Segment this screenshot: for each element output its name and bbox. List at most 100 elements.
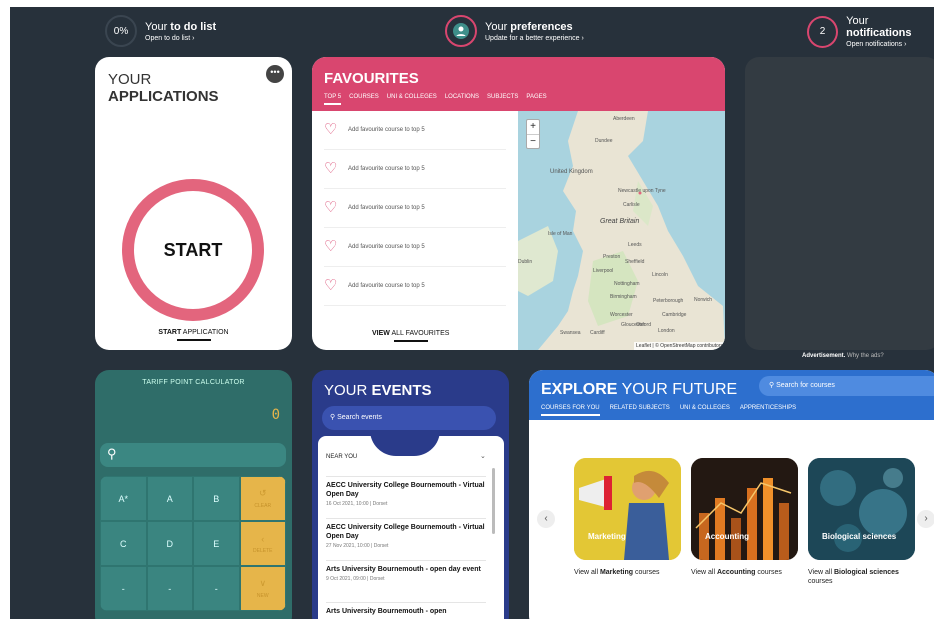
map-label: Dundee [595,138,613,144]
grade-key[interactable]: D [146,521,193,566]
explore-title: EXPLORE YOUR FUTURE [541,381,737,399]
event-item[interactable]: AECC University College Bournemouth - Vi… [326,476,486,507]
grade-key[interactable]: E [193,521,240,566]
caption-biology[interactable]: View all Biological sciences courses [808,568,920,586]
favourite-slot[interactable]: ♡ Add favourite course to top 5 [324,111,506,150]
key-clear[interactable]: ↺ CLEAR [239,476,286,521]
favourite-slot[interactable]: ♡ Add favourite course to top 5 [324,228,506,267]
todo-prefix: Your [145,20,171,33]
map-attribution[interactable]: Leaflet | © OpenStreetMap contributors [634,342,725,350]
map-label: Newcastle upon Tyne [618,188,666,194]
view-all-rest: ALL FAVOURITES [389,330,450,337]
near-you-filter[interactable]: NEAR YOU [326,454,357,460]
prefs-link[interactable]: Update for a better experience › [485,35,584,42]
map-label: Swansea [560,330,581,336]
tab-locations[interactable]: LOCATIONS [445,94,479,105]
todo-widget[interactable]: 0% Your to do list Open to do list › [105,15,216,47]
tab-uni-colleges[interactable]: UNI & COLLEGES [680,405,730,416]
notifications-widget[interactable]: 2 Your notifications Open notifications … [807,15,934,48]
search-icon[interactable]: ⚲ [100,443,286,467]
map-label: Oxford [636,322,652,328]
favourites-header: FAVOURITES TOP 5 COURSES UNI & COLLEGES LOC… [312,57,725,111]
event-name: AECC University College Bournemouth - Vi… [326,524,485,540]
events-search-input[interactable]: ⚲ Search events [322,406,496,430]
tile-accounting-label: Accounting [705,532,749,541]
notif-link[interactable]: Open notifications › [846,41,934,48]
start-link-bold: START [158,329,182,336]
link-underline [393,340,428,342]
heart-icon[interactable]: ♡ [324,278,340,294]
tab-courses[interactable]: COURSES [349,94,379,105]
key-label: E [213,538,220,549]
favourite-slot[interactable]: ♡ Add favourite course to top 5 [324,150,506,189]
start-application-ring[interactable]: START [122,179,264,321]
why-ads-link[interactable]: Why the ads? [845,353,884,359]
favourites-list: ♡ Add favourite course to top 5 ♡ Add favou… [324,111,506,306]
key-new[interactable]: ∨ NEW [239,566,286,611]
grade-key[interactable]: B [193,476,240,521]
todo-link[interactable]: Open to do list › [145,35,216,42]
key-label: A* [118,493,128,504]
event-date: 9 Oct 2021, 09:00 | Dorset [326,576,385,582]
tile-accounting[interactable]: Accounting [691,458,798,560]
tab-uni-colleges[interactable]: UNI & COLLEGES [387,94,437,105]
key-label: ‹ [261,533,265,544]
event-item[interactable]: Arts University Bournemouth - open [326,602,486,618]
start-application-link[interactable]: START APPLICATION [95,329,292,341]
key-delete[interactable]: ‹ DELETE [239,521,286,566]
user-icon [445,15,477,47]
tab-apprenticeships[interactable]: APPRENTICESHIPS [740,405,796,416]
key-label: ↺ [258,488,267,498]
events-title: YOUR EVENTS [324,382,432,399]
key-caption: DELETE [253,547,273,554]
chevron-down-icon[interactable]: ⌄ [480,452,486,460]
tab-pages[interactable]: PAGES [526,94,546,105]
tab-top-5[interactable]: TOP 5 [324,94,342,105]
grade-key[interactable]: - [193,566,240,611]
tile-marketing[interactable]: Marketing [574,458,681,560]
grade-key[interactable]: A* [100,476,147,521]
carousel-next-icon[interactable]: › [917,510,934,528]
favourites-map[interactable]: + − Aberdeen Dundee United Kingdom Newcastl… [518,111,725,350]
zoom-in-button[interactable]: + [527,120,539,134]
favourite-slot[interactable]: ♡ Add favourite course to top 5 [324,189,506,228]
course-search-input[interactable]: ⚲ Search for courses [759,376,934,396]
tile-biological-sciences[interactable]: Biological sciences [808,458,915,560]
cap-post: courses [808,578,833,585]
map-label: Cardiff [590,330,605,336]
grade-key[interactable]: - [146,566,193,611]
heart-icon[interactable]: ♡ [324,122,340,138]
caption-accounting[interactable]: View all Accounting courses [691,568,809,577]
heart-icon[interactable]: ♡ [324,161,340,177]
zoom-out-button[interactable]: − [527,134,539,148]
event-item[interactable]: AECC University College Bournemouth - Vi… [326,518,486,549]
grade-key[interactable]: - [100,566,147,611]
key-label: B [213,493,220,504]
heart-icon[interactable]: ♡ [324,239,340,255]
cap-bold: Accounting [716,569,756,576]
tab-related-subjects[interactable]: RELATED SUBJECTS [610,405,670,416]
key-label: - [214,583,218,594]
preferences-widget[interactable]: Your preferences Update for a better exp… [445,15,584,47]
advertisement-caption[interactable]: Advertisement. Why the ads? [802,353,884,359]
heart-icon[interactable]: ♡ [324,200,340,216]
carousel-prev-icon[interactable]: ‹ [537,510,555,528]
events-scrollbar[interactable] [492,468,495,534]
tab-courses-for-you[interactable]: COURSES FOR YOU [541,405,600,416]
caption-marketing[interactable]: View all Marketing courses [574,568,692,577]
favourite-slot[interactable]: ♡ Add favourite course to top 5 [324,267,506,306]
favourite-slot-label: Add favourite course to top 5 [348,127,425,133]
event-item[interactable]: Arts University Bournemouth - open day e… [326,560,486,582]
key-label: - [121,583,125,594]
tab-subjects[interactable]: SUBJECTS [487,94,518,105]
notif-prefix: Your [846,15,869,27]
prefs-prefix: Your [485,20,511,33]
view-all-favourites-link[interactable]: VIEW ALL FAVOURITES [372,330,449,342]
grade-key[interactable]: C [100,521,147,566]
map-label: Birmingham [610,294,637,300]
grade-key[interactable]: A [146,476,193,521]
advertisement-panel[interactable] [745,57,934,350]
notif-title: notifications [846,27,912,39]
more-options-icon[interactable]: ••• [266,65,284,83]
map-label: Carlisle [623,202,640,208]
